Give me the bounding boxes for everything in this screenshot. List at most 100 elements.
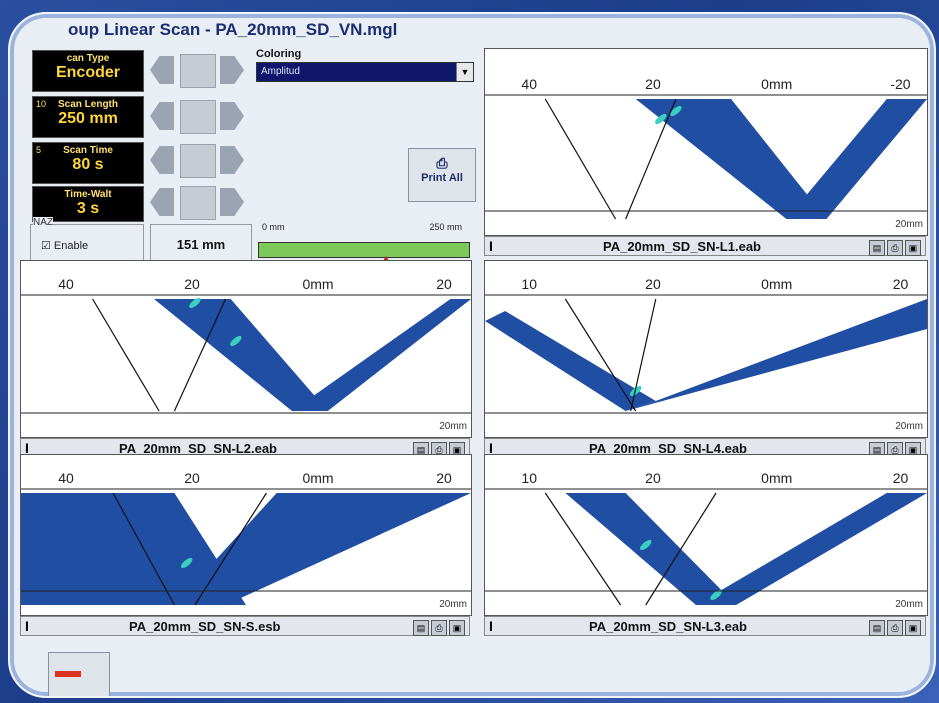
- depth-label: 20mm: [895, 599, 923, 610]
- edit-icon[interactable]: [180, 186, 216, 220]
- beam-region: [565, 493, 737, 605]
- axis-tick-label: 10: [521, 276, 537, 292]
- progress-min-label: 0 mm: [262, 222, 285, 232]
- scan-type-caption: can Type: [66, 53, 110, 64]
- arrow-right-icon[interactable]: [220, 188, 244, 216]
- scan-image: 40 20 0mm 20 20mm: [21, 470, 471, 610]
- reference-line: [625, 98, 677, 220]
- view-icon[interactable]: ▤: [869, 620, 885, 636]
- chevron-down-icon[interactable]: ▼: [456, 63, 473, 81]
- scan-image: 40 20 0mm 20 20mm: [21, 276, 471, 432]
- panel-filename: PA_20mm_SD_SN-L1.eab: [603, 239, 761, 254]
- print-icon[interactable]: ⎙: [887, 240, 903, 256]
- save-icon[interactable]: ▣: [905, 620, 921, 636]
- exit-arrow-icon: [55, 671, 81, 677]
- beam-region: [154, 299, 328, 411]
- edit-icon[interactable]: [180, 144, 216, 178]
- axis-tick-label: 0mm: [302, 470, 333, 486]
- scan-panel-s[interactable]: 40 20 0mm 20 20mm: [20, 454, 472, 616]
- scan-panel-l1[interactable]: 40 20 0mm -20 20mm: [484, 48, 928, 236]
- reference-line: [544, 98, 617, 220]
- window-title: oup Linear Scan - PA_20mm_SD_VN.mgl: [68, 20, 398, 39]
- app-window: oup Linear Scan - PA_20mm_SD_VN.mgl can …: [8, 12, 936, 698]
- axis-tick-label: 0mm: [761, 76, 792, 92]
- scan-panel-l2[interactable]: 40 20 0mm 20 20mm: [20, 260, 472, 438]
- depth-label: 20mm: [895, 421, 923, 432]
- arrow-right-icon[interactable]: [220, 56, 244, 84]
- scan-time-display: 5 Scan Time 80 s: [32, 142, 144, 184]
- axis-tick-label: 0mm: [761, 470, 792, 486]
- beam-region: [292, 299, 471, 411]
- axis-tick-label: 0mm: [302, 276, 333, 292]
- time-walt-stepper: [150, 184, 246, 220]
- scan-type-stepper: [150, 52, 246, 88]
- scan-length-caption: Scan Length: [57, 99, 118, 110]
- coloring-label: Coloring: [256, 48, 302, 60]
- scan-length-display: 10 Scan Length 250 mm: [32, 96, 144, 138]
- status-bar-l1: I PA_20mm_SD_SN-L1.eab ▤ ⎙ ▣: [484, 236, 926, 256]
- reference-line: [92, 298, 160, 412]
- control-index: 10: [36, 99, 47, 109]
- axis-tick-label: 20: [184, 276, 200, 292]
- arrow-right-icon[interactable]: [220, 146, 244, 174]
- print-all-button[interactable]: ⎙ Print All: [408, 148, 476, 202]
- coloring-value: Amplitud: [261, 66, 300, 77]
- beam-region: [174, 493, 471, 605]
- scan-panel-l3[interactable]: 10 20 0mm 20 20mm: [484, 454, 928, 616]
- save-icon[interactable]: ▣: [449, 620, 465, 636]
- scan-type-value: Encoder: [55, 64, 120, 81]
- depth-label: 20mm: [439, 421, 467, 432]
- edit-icon[interactable]: [180, 54, 216, 88]
- axis-tick-label: 40: [58, 470, 74, 486]
- arrow-left-icon[interactable]: [150, 56, 174, 84]
- arrow-left-icon[interactable]: [150, 102, 174, 130]
- axis-tick-label: 40: [58, 276, 74, 292]
- scan-length-stepper: [150, 98, 246, 134]
- time-walt-value: 3 s: [76, 200, 100, 217]
- view-icon[interactable]: ▤: [869, 240, 885, 256]
- edit-icon[interactable]: [180, 100, 216, 134]
- axis-tick-label: 20: [436, 276, 452, 292]
- control-index: 5: [36, 145, 42, 155]
- naz-label: NAZ: [33, 217, 53, 228]
- scan-panel-l4[interactable]: 10 20 0mm 20 20mm: [484, 260, 928, 438]
- arrow-right-icon[interactable]: [220, 102, 244, 130]
- axis-tick-label: 20: [893, 276, 909, 292]
- axis-tick-label: 0mm: [761, 276, 792, 292]
- axis-tick-label: 10: [521, 470, 537, 486]
- view-icon[interactable]: ▤: [413, 620, 429, 636]
- panel-filename: PA_20mm_SD_SN-S.esb: [129, 619, 281, 634]
- exit-button[interactable]: [48, 652, 110, 696]
- progress-bar: [258, 242, 470, 258]
- beam-region: [786, 99, 927, 219]
- naz-enable-checkbox[interactable]: ☑ Enable: [41, 239, 88, 252]
- depth-label: 20mm: [895, 219, 923, 230]
- scan-image: 40 20 0mm -20 20mm: [485, 76, 927, 230]
- axis-tick-label: 20: [184, 470, 200, 486]
- axis-tick-label: 20: [893, 470, 909, 486]
- panel-filename: PA_20mm_SD_SN-L3.eab: [589, 619, 747, 634]
- cursor-icon[interactable]: I: [489, 238, 493, 254]
- coloring-select[interactable]: Amplitud ▼: [256, 62, 474, 82]
- title-bar: oup Linear Scan - PA_20mm_SD_VN.mgl: [10, 14, 934, 42]
- progress-max-label: 250 mm: [429, 222, 462, 232]
- cursor-icon[interactable]: I: [25, 618, 29, 634]
- arrow-left-icon[interactable]: [150, 146, 174, 174]
- print-icon[interactable]: ⎙: [431, 620, 447, 636]
- axis-tick-label: 20: [436, 470, 452, 486]
- save-icon[interactable]: ▣: [905, 240, 921, 256]
- print-icon[interactable]: ⎙: [887, 620, 903, 636]
- axis-tick-label: 20: [645, 470, 661, 486]
- axis-tick-label: 20: [645, 76, 661, 92]
- depth-label: 20mm: [439, 599, 467, 610]
- status-bar-l3: I PA_20mm_SD_SN-L3.eab ▤ ⎙ ▣: [484, 616, 926, 636]
- beam-region: [625, 299, 927, 411]
- cursor-icon[interactable]: I: [489, 618, 493, 634]
- print-all-label: Print All: [421, 172, 463, 184]
- scan-time-stepper: [150, 142, 246, 178]
- arrow-left-icon[interactable]: [150, 188, 174, 216]
- naz-enable-label: Enable: [53, 240, 89, 252]
- scan-time-value: 80 s: [72, 156, 104, 173]
- scan-time-caption: Scan Time: [63, 145, 113, 156]
- axis-tick-label: 40: [521, 76, 537, 92]
